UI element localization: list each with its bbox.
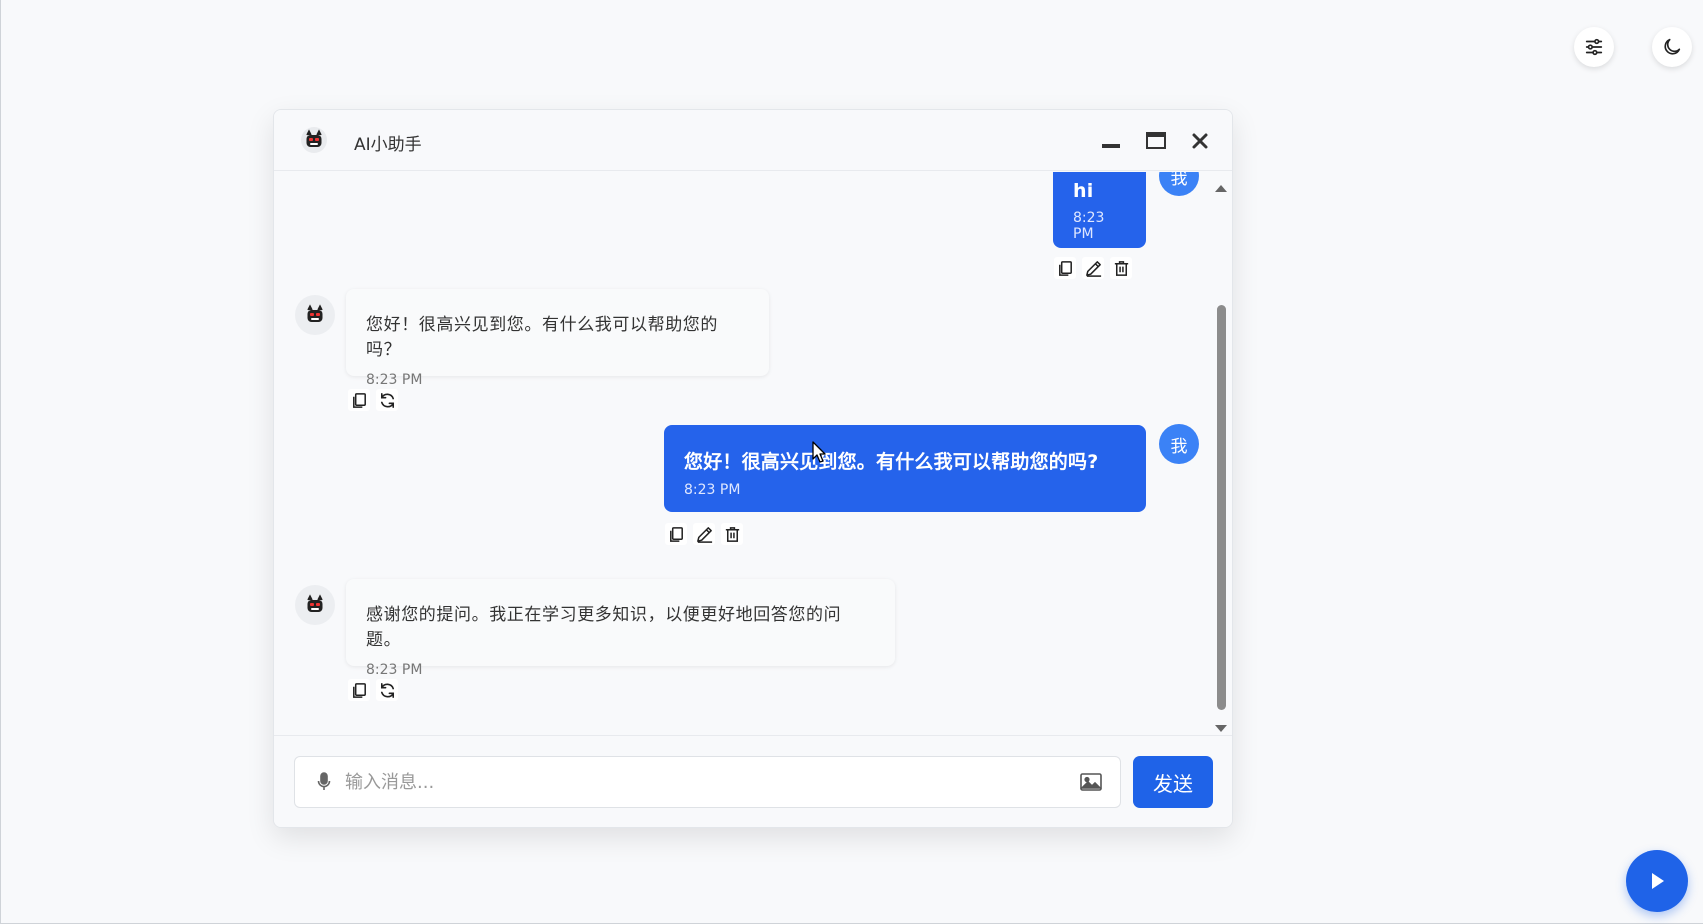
moon-icon xyxy=(1664,38,1681,55)
user-avatar: 我 xyxy=(1159,172,1199,196)
scroll-up-arrow[interactable] xyxy=(1214,178,1228,197)
copy-button[interactable] xyxy=(1054,257,1076,279)
regenerate-button[interactable] xyxy=(376,679,398,701)
settings-button[interactable] xyxy=(1574,27,1614,67)
robot-avatar-icon xyxy=(300,126,328,154)
refresh-icon xyxy=(380,682,394,698)
bot-message-bubble: 您好！很高兴见到您。有什么我可以帮助您的吗？ 8:23 PM xyxy=(346,289,769,388)
delete-button[interactable] xyxy=(721,523,743,545)
trash-icon xyxy=(725,526,739,542)
regenerate-button[interactable] xyxy=(376,389,398,411)
scrollbar-thumb[interactable] xyxy=(1217,305,1226,710)
maximize-icon xyxy=(1146,132,1166,149)
copy-button[interactable] xyxy=(348,679,370,701)
user-avatar: 我 xyxy=(1159,424,1199,464)
caret-up-icon xyxy=(1215,185,1227,192)
message-text: 您好！很高兴见到您。有什么我可以帮助您的吗? xyxy=(684,451,1099,473)
close-icon xyxy=(1192,133,1208,149)
send-button[interactable]: 发送 xyxy=(1133,756,1213,808)
message-input-box xyxy=(294,756,1121,808)
microphone-icon xyxy=(317,772,331,790)
copy-button[interactable] xyxy=(348,389,370,411)
message-text: hi xyxy=(1073,180,1094,202)
pencil-icon xyxy=(1085,260,1101,277)
refresh-icon xyxy=(380,392,394,408)
minimize-button[interactable] xyxy=(1098,128,1124,154)
message-actions xyxy=(1054,257,1132,279)
delete-button[interactable] xyxy=(1110,257,1132,279)
message-list: hi 8:23 PM 我 您好！很高兴见到您。有什么我可以帮助您的吗？ 8:23… xyxy=(274,172,1232,827)
copy-icon xyxy=(352,392,366,408)
edit-button[interactable] xyxy=(693,523,715,545)
play-icon xyxy=(1652,873,1664,889)
copy-button[interactable] xyxy=(665,523,687,545)
pencil-icon xyxy=(696,526,712,543)
bot-message-bubble: 感谢您的提问。我正在学习更多知识，以便更好地回答您的问题。 8:23 PM xyxy=(346,579,895,678)
user-message-bubble: 您好！很高兴见到您。有什么我可以帮助您的吗? 8:23 PM xyxy=(664,425,1146,512)
sliders-icon xyxy=(1585,38,1603,56)
copy-icon xyxy=(1058,260,1072,276)
copy-icon xyxy=(669,526,683,542)
robot-icon xyxy=(307,594,323,612)
user-message-bubble: hi 8:23 PM xyxy=(1053,172,1146,248)
theme-toggle-button[interactable] xyxy=(1652,27,1692,67)
microphone-button[interactable] xyxy=(317,772,331,796)
message-text: 您好！很高兴见到您。有什么我可以帮助您的吗？ xyxy=(366,315,718,360)
maximize-button[interactable] xyxy=(1143,128,1169,154)
message-actions xyxy=(665,523,743,545)
composer: 发送 xyxy=(274,735,1232,827)
bot-avatar xyxy=(295,585,335,625)
message-time: 8:23 PM xyxy=(366,372,423,388)
message-time: 8:23 PM xyxy=(1073,210,1105,242)
copy-icon xyxy=(352,682,366,698)
message-input[interactable] xyxy=(345,765,1045,799)
bot-avatar xyxy=(295,295,335,335)
mouse-cursor-icon xyxy=(812,441,828,469)
close-button[interactable] xyxy=(1187,128,1213,154)
chat-window: AI小助手 hi 8:23 PM 我 您好！很高兴见到您。有什么我可以帮助您的吗… xyxy=(273,109,1233,828)
robot-icon xyxy=(307,304,323,322)
message-actions xyxy=(348,679,398,701)
minimize-icon xyxy=(1102,144,1120,148)
page: AI小助手 hi 8:23 PM 我 您好！很高兴见到您。有什么我可以帮助您的吗… xyxy=(0,0,1703,924)
edit-button[interactable] xyxy=(1082,257,1104,279)
message-text: 感谢您的提问。我正在学习更多知识，以便更好地回答您的问题。 xyxy=(366,605,842,650)
play-button[interactable] xyxy=(1626,850,1688,912)
upload-image-button[interactable] xyxy=(1079,771,1103,797)
trash-icon xyxy=(1114,260,1128,276)
message-actions xyxy=(348,389,398,411)
message-time: 8:23 PM xyxy=(684,482,741,498)
message-time: 8:23 PM xyxy=(366,662,423,678)
window-title: AI小助手 xyxy=(354,135,422,155)
image-icon xyxy=(1080,773,1102,791)
chat-header: AI小助手 xyxy=(274,110,1232,171)
caret-down-icon xyxy=(1215,725,1227,732)
